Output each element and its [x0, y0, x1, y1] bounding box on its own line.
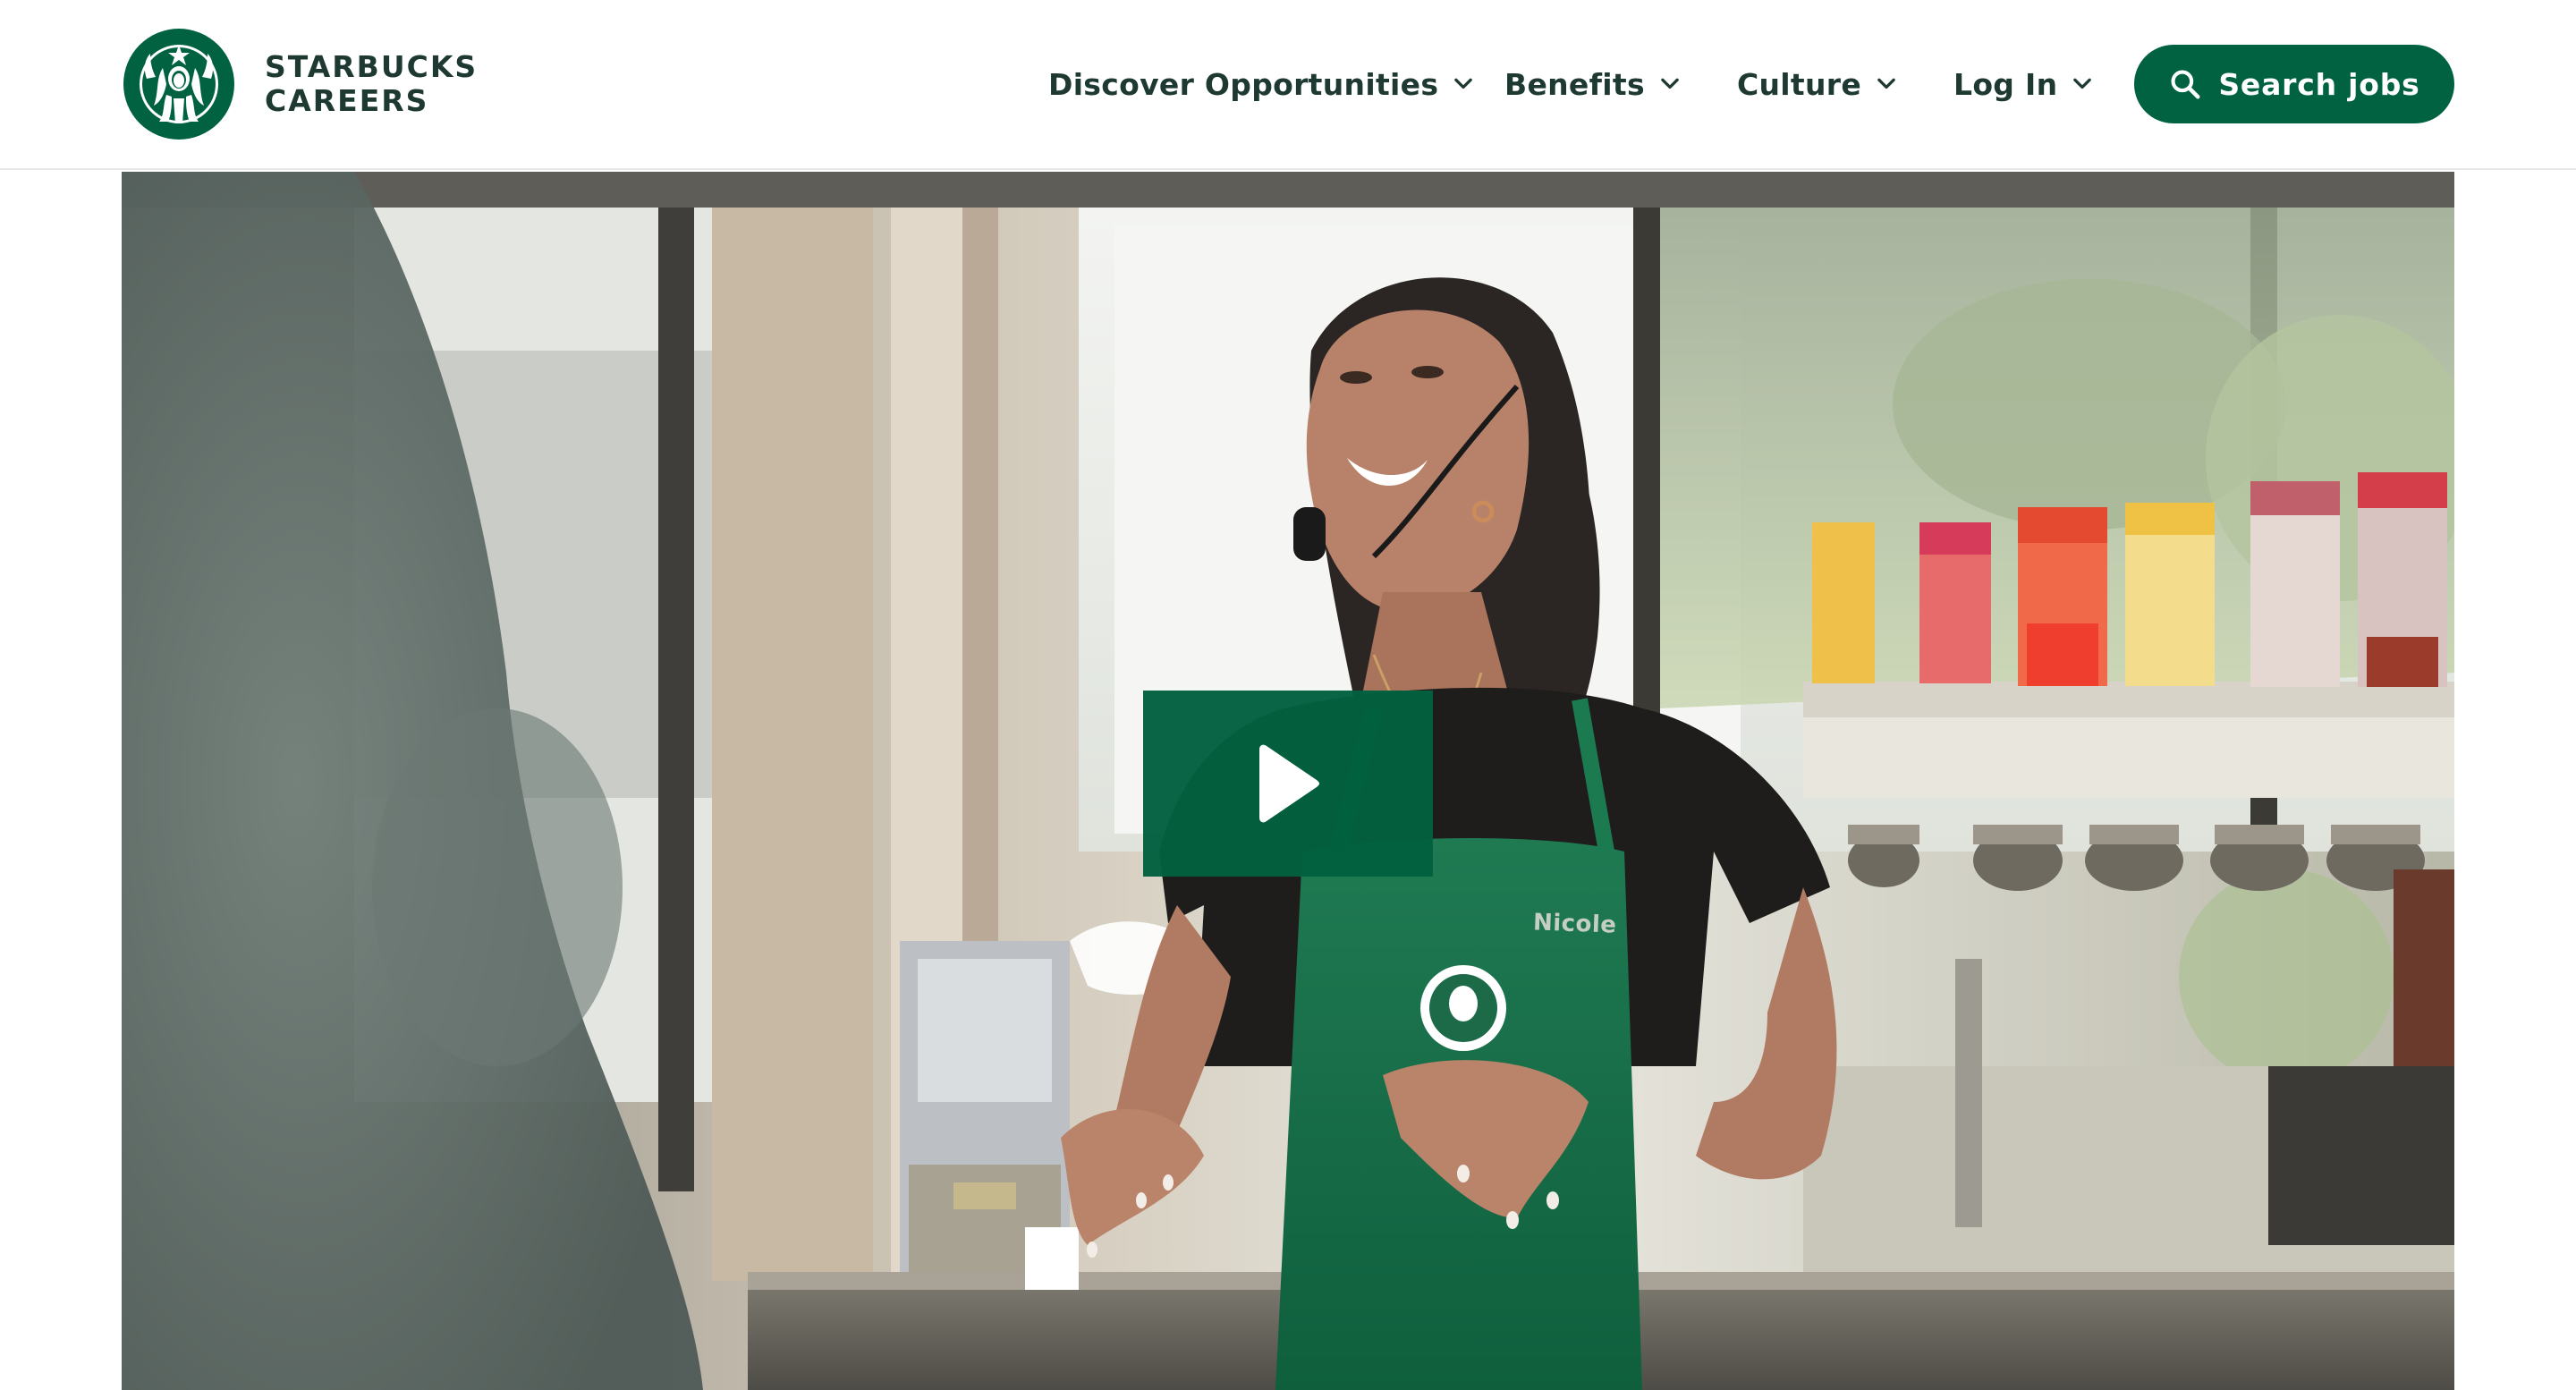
site-header: STARBUCKS CAREERS Discover Opportunities…	[0, 0, 2576, 170]
nav-culture[interactable]: Culture	[1737, 64, 1899, 104]
nav-label: Log In	[1953, 66, 2058, 102]
brand-line-starbucks: STARBUCKS	[265, 49, 479, 84]
starbucks-logo[interactable]	[123, 29, 234, 140]
page: STARBUCKS CAREERS Discover Opportunities…	[0, 0, 2576, 1390]
search-icon	[2171, 70, 2200, 99]
nav-label: Benefits	[1504, 66, 1645, 102]
nav-benefits[interactable]: Benefits	[1504, 64, 1682, 104]
play-video-button[interactable]	[1143, 691, 1433, 877]
search-jobs-button[interactable]: Search jobs	[2134, 45, 2454, 123]
nav-log-in[interactable]: Log In	[1953, 64, 2095, 104]
brand-line-careers: CAREERS	[265, 83, 429, 118]
chevron-down-icon	[1454, 78, 1473, 89]
chevron-down-icon	[1661, 78, 1679, 89]
chevron-down-icon	[2073, 78, 2092, 89]
search-jobs-label: Search jobs	[2218, 66, 2420, 102]
brand-wordmark[interactable]: STARBUCKS CAREERS	[265, 50, 478, 118]
starbucks-siren-icon	[123, 29, 234, 140]
nav-label: Discover Opportunities	[1048, 66, 1439, 102]
hero-video[interactable]: Nicole	[122, 172, 2454, 1390]
apron-name-tag: Nicole	[1532, 909, 1617, 939]
play-icon	[1259, 744, 1319, 823]
chevron-down-icon	[1877, 78, 1895, 89]
nav-discover-opportunities[interactable]: Discover Opportunities	[1048, 64, 1476, 104]
nav-label: Culture	[1737, 66, 1862, 102]
